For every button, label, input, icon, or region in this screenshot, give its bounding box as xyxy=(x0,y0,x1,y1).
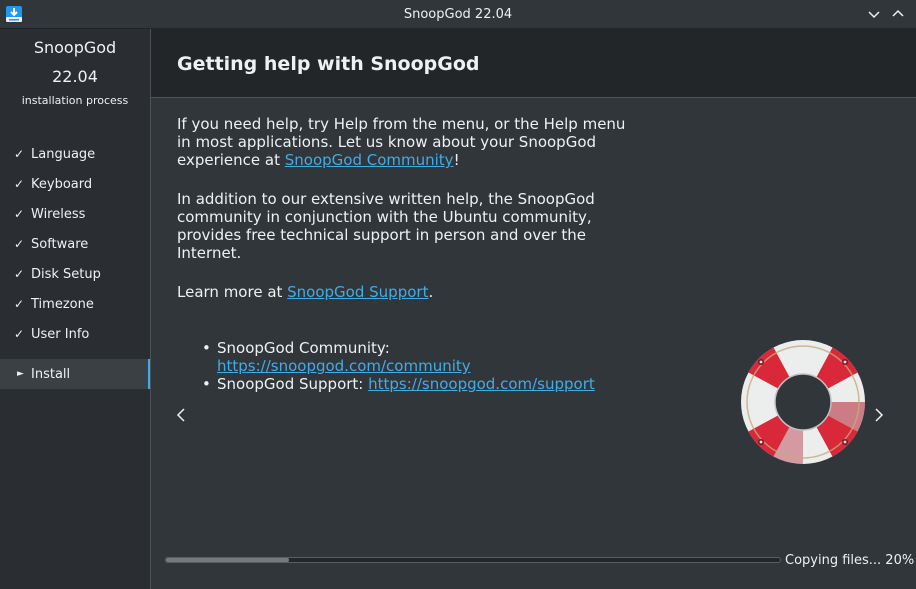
step-label: Wireless xyxy=(31,206,86,222)
chevron-left-icon[interactable] xyxy=(175,407,187,423)
step-label: Keyboard xyxy=(31,176,93,192)
check-icon: ✓ xyxy=(14,147,25,161)
list-item-label: SnoopGod Community: xyxy=(217,339,390,357)
product-name: SnoopGod xyxy=(33,38,117,57)
step-label: Software xyxy=(31,236,89,252)
product-version: 22.04 xyxy=(52,67,98,86)
step-language: ✓ Language xyxy=(0,139,150,169)
title-bar: SnoopGod 22.04 xyxy=(0,0,916,29)
step-label: Timezone xyxy=(31,296,94,312)
check-icon: ✓ xyxy=(14,177,25,191)
progress-label: Copying files... 20% xyxy=(785,553,915,568)
support-url-link[interactable]: https://snoopgod.com/support xyxy=(368,375,595,393)
community-link[interactable]: SnoopGod Community xyxy=(285,151,454,169)
links-list: • SnoopGod Community: https://snoopgod.c… xyxy=(177,339,637,393)
paragraph-text: Learn more at xyxy=(177,283,288,301)
slide-header: Getting help with SnoopGod xyxy=(151,29,916,98)
check-icon: ✓ xyxy=(14,237,25,251)
sidebar: SnoopGod 22.04 installation process ✓ La… xyxy=(0,29,150,589)
check-icon: ✓ xyxy=(14,297,25,311)
check-icon: ✓ xyxy=(14,267,25,281)
step-disk-setup: ✓ Disk Setup xyxy=(0,259,150,289)
check-icon: ✓ xyxy=(14,327,25,341)
list-item: • SnoopGod Support: https://snoopgod.com… xyxy=(202,375,637,393)
check-icon: ✓ xyxy=(14,207,25,221)
step-label: Language xyxy=(31,146,96,162)
chevron-up-icon[interactable] xyxy=(889,5,907,23)
community-url-link[interactable]: https://snoopgod.com/community xyxy=(217,357,471,375)
step-timezone: ✓ Timezone xyxy=(0,289,150,319)
paragraph-help: If you need help, try Help from the menu… xyxy=(177,115,637,169)
chevron-down-icon[interactable] xyxy=(865,5,883,23)
play-arrow-icon: ► xyxy=(17,369,24,379)
paragraph-text: ! xyxy=(453,151,460,169)
bullet: • xyxy=(202,375,211,393)
bullet: • xyxy=(202,339,211,357)
progress-fill xyxy=(166,558,289,562)
step-label: User Info xyxy=(31,326,90,342)
progress-bar xyxy=(165,557,781,563)
lifebuoy-icon xyxy=(741,340,865,464)
slide-content: If you need help, try Help from the menu… xyxy=(177,115,637,393)
slide-title: Getting help with SnoopGod xyxy=(177,53,480,75)
chevron-right-icon[interactable] xyxy=(873,407,885,423)
sidebar-subtitle: installation process xyxy=(21,94,129,107)
step-wireless: ✓ Wireless xyxy=(0,199,150,229)
support-link[interactable]: SnoopGod Support xyxy=(287,283,428,301)
step-label: Install xyxy=(31,366,71,382)
list-item: • SnoopGod Community: https://snoopgod.c… xyxy=(202,339,637,375)
main-panel: Getting help with SnoopGod If you need h… xyxy=(150,29,916,589)
list-item-label: SnoopGod Support: xyxy=(217,375,369,393)
step-label: Disk Setup xyxy=(31,266,101,282)
step-keyboard: ✓ Keyboard xyxy=(0,169,150,199)
paragraph-learn-more: Learn more at SnoopGod Support. xyxy=(177,283,637,301)
paragraph-support: In addition to our extensive written hel… xyxy=(177,190,595,262)
window-title: SnoopGod 22.04 xyxy=(403,7,513,22)
step-install: ► Install xyxy=(0,359,150,389)
paragraph-text: . xyxy=(428,283,434,301)
step-user-info: ✓ User Info xyxy=(0,319,150,349)
step-software: ✓ Software xyxy=(0,229,150,259)
